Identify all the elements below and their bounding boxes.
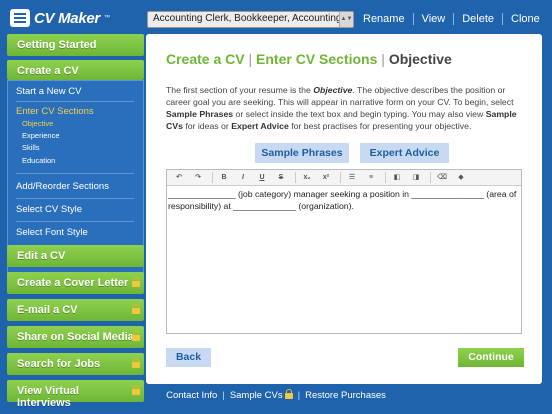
sidebar-item-label: Create a Cover Letter (17, 277, 129, 289)
lock-icon (132, 358, 140, 368)
superscript-button[interactable]: x² (318, 171, 334, 185)
cv-selector[interactable]: Accounting Clerk, Bookkeeper, Accounting… (147, 11, 354, 28)
main-panel: Create a CV | Enter CV Sections | Object… (146, 34, 542, 384)
redo-icon[interactable]: ↷ (190, 171, 206, 185)
lock-icon (284, 389, 293, 399)
app-logo: CV Maker ™ (10, 9, 110, 27)
sample-cvs-link[interactable]: Sample CVs (225, 389, 298, 401)
divider (430, 172, 431, 183)
sidebar-item-cover-letter[interactable]: Create a Cover Letter (7, 272, 144, 294)
divider (16, 101, 134, 102)
cv-actions: Rename View Delete Clone (355, 13, 548, 25)
sidebar-subitem-experience[interactable]: Experience (22, 131, 60, 140)
source-icon[interactable]: ◆ (453, 171, 469, 185)
lock-icon (132, 304, 140, 314)
sample-cvs-label: Sample CVs (229, 390, 283, 401)
divider (295, 172, 296, 183)
strikethrough-button[interactable]: S (273, 171, 289, 185)
breadcrumb: Create a CV | Enter CV Sections | Object… (166, 51, 452, 67)
sidebar-item-label: Search for Jobs (17, 358, 101, 370)
sidebar-item-label: Share on Social Media (17, 331, 134, 343)
sidebar-item-create-cv[interactable]: Create a CV (7, 60, 144, 80)
bold-button[interactable]: B (216, 171, 232, 185)
cv-selector-value: Accounting Clerk, Bookkeeper, Accounting… (153, 13, 354, 24)
sidebar-item-select-font-style[interactable]: Select Font Style (16, 227, 88, 238)
divider (212, 172, 213, 183)
sidebar-item-email-cv[interactable]: E-mail a CV (7, 299, 144, 321)
undo-icon[interactable]: ↶ (171, 171, 187, 185)
intro-text: The first section of your resume is the … (166, 84, 526, 132)
footer: Contact Info | Sample CVs | Restore Purchase… (0, 389, 552, 401)
trademark: ™ (103, 15, 110, 21)
expert-advice-button[interactable]: Expert Advice (360, 143, 449, 163)
intro-part: for ideas or (182, 121, 232, 131)
sidebar: Getting Started Create a CV Start a New … (7, 34, 144, 409)
clone-button[interactable]: Clone (502, 13, 548, 25)
breadcrumb-separator: | (248, 51, 253, 67)
clear-format-icon[interactable]: ⌫ (434, 171, 450, 185)
app-title: CV Maker (34, 9, 100, 27)
sidebar-item-search-jobs[interactable]: Search for Jobs (7, 353, 144, 375)
lock-icon (132, 277, 140, 287)
sidebar-item-add-reorder[interactable]: Add/Reorder Sections (16, 181, 109, 192)
sidebar-subitem-objective[interactable]: Objective (22, 119, 53, 128)
indent-icon[interactable]: ◨ (408, 171, 424, 185)
divider (385, 172, 386, 183)
sidebar-item-enter-sections[interactable]: Enter CV Sections (16, 106, 94, 117)
intro-objective: Objective (313, 85, 353, 95)
intro-sample-phrases: Sample Phrases (166, 109, 234, 119)
contact-info-link[interactable]: Contact Info (161, 390, 222, 401)
back-button[interactable]: Back (166, 348, 211, 367)
page-title: Objective (388, 51, 452, 67)
intro-part: for best practises for presenting your o… (288, 121, 472, 131)
divider (16, 221, 134, 222)
sidebar-item-label: E-mail a CV (17, 304, 78, 316)
intro-part: The first section of your resume is the (166, 85, 314, 95)
breadcrumb-separator: | (381, 51, 385, 67)
breadcrumb-enter-sections: Enter CV Sections (256, 51, 378, 67)
sidebar-item-getting-started[interactable]: Getting Started (7, 34, 144, 56)
subscript-button[interactable]: x₂ (299, 171, 315, 185)
view-button[interactable]: View (412, 13, 454, 25)
editor-content[interactable]: ______________ (job category) manager se… (167, 186, 521, 214)
delete-button[interactable]: Delete (453, 13, 502, 25)
top-bar: CV Maker ™ Accounting Clerk, Bookkeeper, … (0, 0, 552, 34)
divider (16, 173, 134, 174)
divider (16, 198, 134, 199)
editor-toolbar: ↶ ↷ B I U S x₂ x² ☰ ≡ ◧ ◨ ⌫ ◆ (167, 170, 521, 186)
italic-button[interactable]: I (235, 171, 251, 185)
bullet-list-icon[interactable]: ≡ (363, 171, 379, 185)
rename-button[interactable]: Rename (355, 13, 413, 25)
sidebar-item-select-cv-style[interactable]: Select CV Style (16, 204, 82, 215)
sidebar-item-edit-cv[interactable]: Edit a CV (7, 245, 144, 267)
restore-purchases-link[interactable]: Restore Purchases (300, 390, 391, 401)
intro-expert-advice: Expert Advice (231, 121, 289, 131)
underline-button[interactable]: U (254, 171, 270, 185)
ordered-list-icon[interactable]: ☰ (344, 171, 360, 185)
cv-maker-logo-icon (10, 9, 30, 27)
objective-editor[interactable]: ↶ ↷ B I U S x₂ x² ☰ ≡ ◧ ◨ ⌫ ◆ __________… (166, 169, 522, 334)
sample-phrases-button[interactable]: Sample Phrases (255, 143, 349, 163)
breadcrumb-create-cv: Create a CV (166, 51, 245, 67)
divider (340, 172, 341, 183)
intro-part: or select inside the text box and begin … (233, 109, 486, 119)
continue-button[interactable]: Continue (458, 348, 524, 367)
dropdown-arrow-icon: ▲▼ (339, 12, 353, 27)
outdent-icon[interactable]: ◧ (389, 171, 405, 185)
lock-icon (132, 331, 140, 341)
sidebar-subitem-skills[interactable]: Skills (22, 143, 40, 152)
sidebar-subitem-education[interactable]: Education (22, 156, 55, 165)
sidebar-item-start-new-cv[interactable]: Start a New CV (16, 86, 81, 97)
sidebar-item-share-social[interactable]: Share on Social Media (7, 326, 144, 348)
